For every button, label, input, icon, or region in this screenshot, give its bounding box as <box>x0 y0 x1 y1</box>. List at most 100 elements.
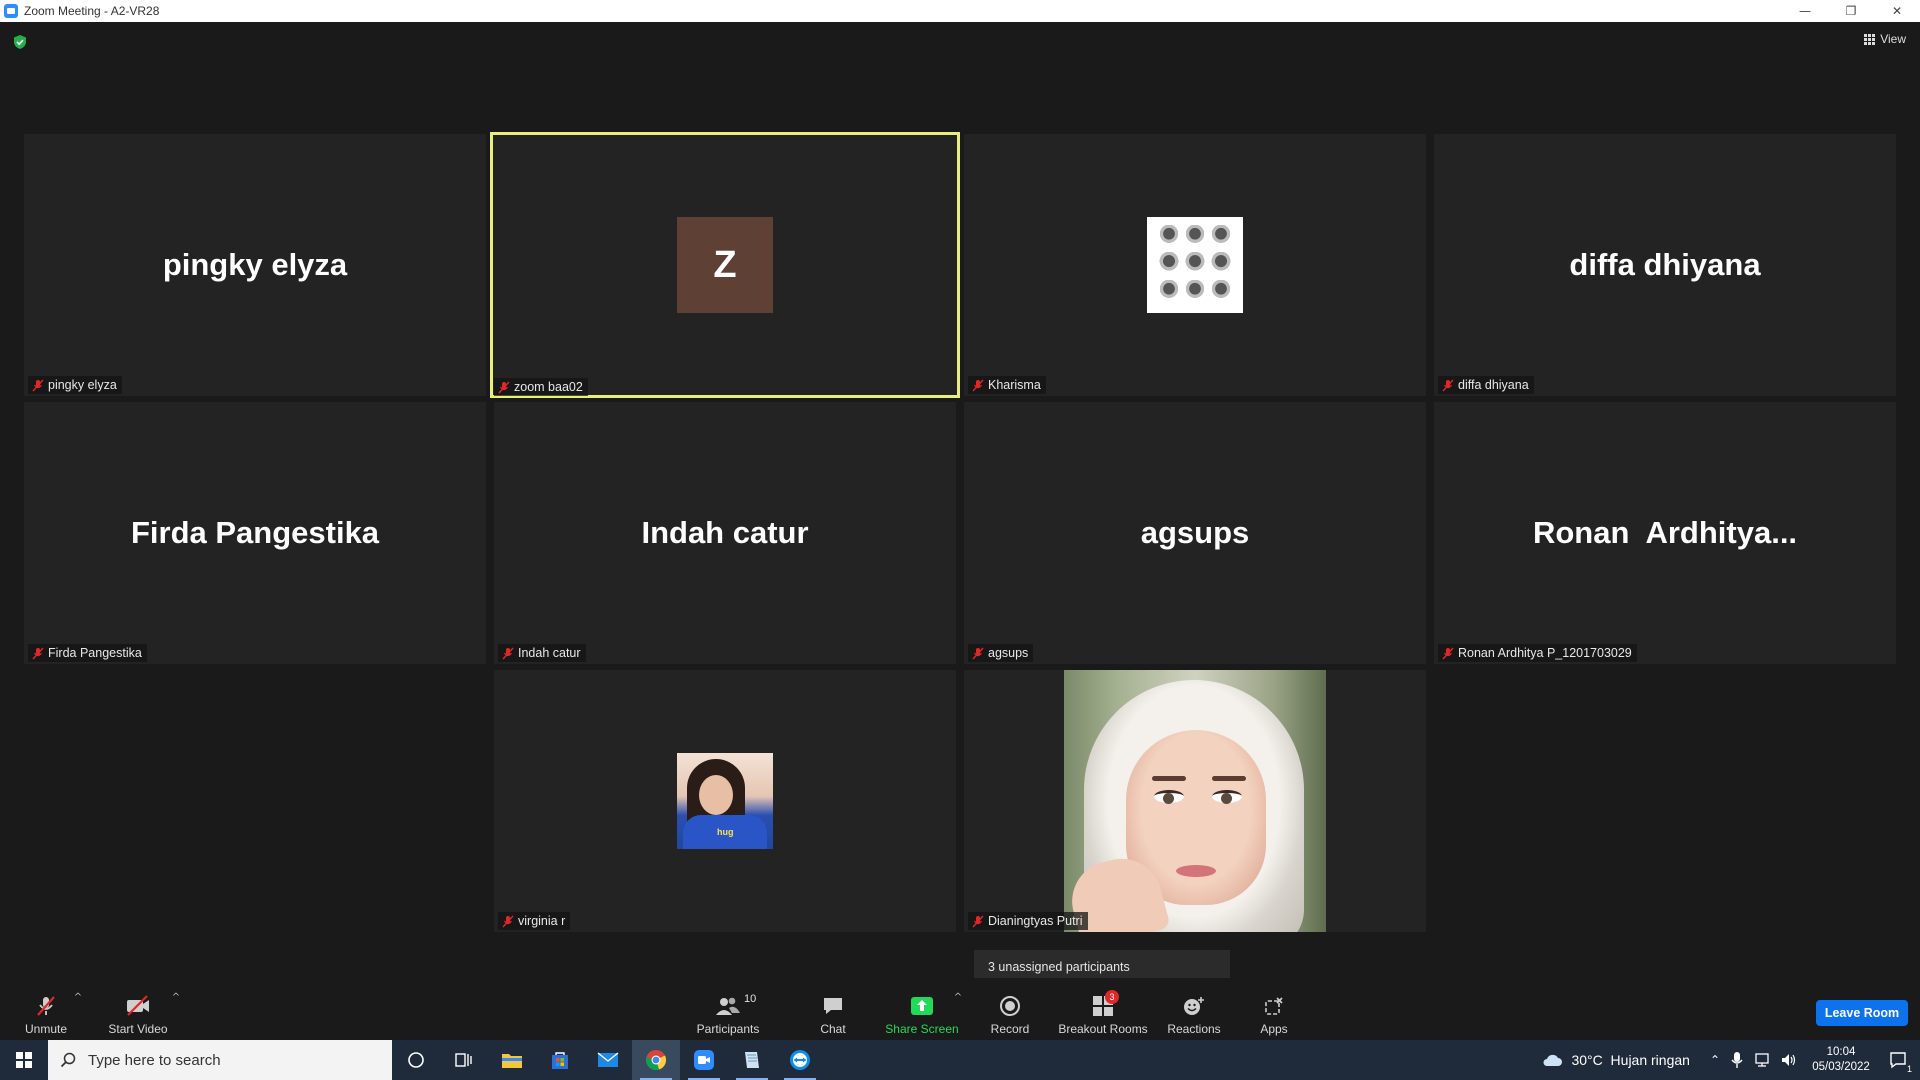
video-tile-ronan-ardhitya[interactable]: Ronan Ardhitya... Ronan Ardhitya P_12017… <box>1434 402 1896 664</box>
tile-display-name: pingky elyza <box>162 247 348 282</box>
tile-name-label: Firda Pangestika <box>28 644 147 662</box>
audio-options-caret[interactable]: ^ <box>72 990 84 1036</box>
mic-muted-icon <box>972 915 984 927</box>
share-screen-button[interactable]: Share Screen <box>884 990 960 1036</box>
participant-name: zoom baa02 <box>514 380 583 394</box>
security-shield-icon[interactable] <box>12 34 28 50</box>
breakout-rooms-button[interactable]: 3 Breakout Rooms <box>1056 990 1150 1036</box>
tile-name-label: Indah catur <box>498 644 586 662</box>
microsoft-store-icon[interactable] <box>536 1040 584 1080</box>
caret-up-icon: ^ <box>73 992 83 1003</box>
chrome-icon[interactable] <box>632 1040 680 1080</box>
chat-icon <box>819 994 847 1018</box>
zoom-taskbar-icon[interactable] <box>680 1040 728 1080</box>
participants-button[interactable]: 10 Participants <box>692 990 764 1036</box>
participant-name: Ronan Ardhitya P_1201703029 <box>1458 646 1632 660</box>
reactions-button[interactable]: Reactions <box>1162 990 1226 1036</box>
action-center-button[interactable]: 1 <box>1876 1040 1920 1080</box>
view-button[interactable]: View <box>1864 32 1906 46</box>
view-label: View <box>1880 32 1906 46</box>
chat-label: Chat <box>820 1022 846 1036</box>
tile-name-label: zoom baa02 <box>494 378 588 396</box>
participant-name: virginia r <box>518 914 566 928</box>
minimize-button[interactable]: — <box>1782 0 1828 22</box>
notes-app-icon[interactable] <box>728 1040 776 1080</box>
video-tile-agsups[interactable]: agsups agsups <box>964 402 1426 664</box>
window-controls: — ❐ ✕ <box>1782 0 1920 22</box>
video-tile-dianingtyas-putri[interactable]: Dianingtyas Putri <box>964 670 1426 932</box>
task-view-icon[interactable] <box>440 1040 488 1080</box>
participant-video-image <box>1064 670 1326 932</box>
leave-room-button[interactable]: Leave Room <box>1816 1000 1908 1026</box>
mail-icon[interactable] <box>584 1040 632 1080</box>
video-tile-zoom-baa02[interactable]: Z zoom baa02 <box>490 132 960 398</box>
caret-up-icon: ^ <box>171 992 181 1003</box>
clock-time: 10:04 <box>1826 1046 1856 1058</box>
mic-muted-icon <box>32 994 60 1018</box>
tile-display-name: Indah catur <box>641 515 809 550</box>
video-tile-firda-pangestika[interactable]: Firda Pangestika Firda Pangestika <box>24 402 486 664</box>
close-button[interactable]: ✕ <box>1874 0 1920 22</box>
unmute-button[interactable]: Unmute <box>20 990 72 1036</box>
tile-display-name: Firda Pangestika <box>130 515 380 550</box>
start-video-button[interactable]: Start Video <box>104 990 172 1036</box>
caret-up-icon: ^ <box>953 992 963 1003</box>
share-options-caret[interactable]: ^ <box>952 990 964 1036</box>
record-button[interactable]: Record <box>986 990 1034 1036</box>
start-button[interactable] <box>0 1040 48 1080</box>
volume-icon[interactable] <box>1780 1052 1798 1068</box>
cortana-icon[interactable] <box>392 1040 440 1080</box>
taskbar-search[interactable]: Type here to search <box>48 1040 392 1080</box>
video-off-icon <box>124 994 152 1018</box>
video-options-caret[interactable]: ^ <box>170 990 182 1036</box>
participant-name: pingky elyza <box>48 378 117 392</box>
participant-name: diffa dhiyana <box>1458 378 1529 392</box>
notification-count: 1 <box>1906 1064 1912 1074</box>
weather-text[interactable]: 30°C Hujan ringan <box>1571 1052 1689 1068</box>
record-label: Record <box>990 1022 1030 1036</box>
restore-button[interactable]: ❐ <box>1828 0 1874 22</box>
tray-overflow-chevron-icon[interactable]: ⌃ <box>1710 1053 1720 1067</box>
participant-name: Indah catur <box>518 646 581 660</box>
mic-muted-icon <box>498 381 510 393</box>
mic-muted-icon <box>32 647 44 659</box>
network-icon[interactable] <box>1754 1052 1772 1068</box>
mic-muted-icon <box>32 379 44 391</box>
windows-logo-icon <box>16 1052 32 1068</box>
participants-count: 10 <box>744 993 757 1005</box>
window-title: Zoom Meeting - A2-VR28 <box>24 4 160 18</box>
avatar-photo-grid <box>1147 217 1243 313</box>
avatar: Z <box>677 217 773 313</box>
video-tile-pingky-elyza[interactable]: pingky elyza pingky elyza <box>24 134 486 396</box>
apps-button[interactable]: Apps <box>1254 990 1294 1036</box>
video-tile-diffa-dhiyana[interactable]: diffa dhiyana diffa dhiyana <box>1434 134 1896 396</box>
share-screen-label: Share Screen <box>885 1022 959 1036</box>
video-tile-kharisma[interactable]: Kharisma <box>964 134 1426 396</box>
participants-icon: 10 <box>714 993 756 1018</box>
chat-button[interactable]: Chat <box>808 990 858 1036</box>
meeting-toolbar: Unmute ^ Start Video ^ 10 Participants C… <box>0 978 1920 1040</box>
apps-label: Apps <box>1260 1022 1288 1036</box>
tile-name-label: Kharisma <box>968 376 1046 394</box>
breakout-rooms-icon: 3 <box>1089 990 1119 1018</box>
tile-display-name: agsups <box>1140 515 1250 550</box>
tile-name-label: Dianingtyas Putri <box>968 912 1088 930</box>
meeting-area: View pingky elyza pingky elyza Z zoom ba… <box>0 22 1920 1040</box>
unmute-label: Unmute <box>24 1022 68 1036</box>
teamviewer-icon[interactable] <box>776 1040 824 1080</box>
file-explorer-icon[interactable] <box>488 1040 536 1080</box>
weather-cloud-icon <box>1543 1054 1563 1066</box>
video-tile-indah-catur[interactable]: Indah catur Indah catur <box>494 402 956 664</box>
record-icon <box>996 994 1024 1018</box>
participant-name: Dianingtyas Putri <box>988 914 1083 928</box>
video-tile-virginia-r[interactable]: hug virginia r <box>494 670 956 932</box>
tile-name-label: diffa dhiyana <box>1438 376 1534 394</box>
tile-name-label: Ronan Ardhitya P_1201703029 <box>1438 644 1637 662</box>
taskbar-clock[interactable]: 10:04 05/03/2022 <box>1806 1045 1876 1075</box>
system-tray: 30°C Hujan ringan ⌃ 10:04 05/03/2022 1 <box>1541 1040 1920 1080</box>
mic-muted-icon <box>1442 647 1454 659</box>
apps-icon <box>1260 994 1288 1018</box>
notification-icon <box>1890 1052 1906 1069</box>
participant-name: Kharisma <box>988 378 1041 392</box>
microphone-icon[interactable] <box>1730 1051 1744 1069</box>
